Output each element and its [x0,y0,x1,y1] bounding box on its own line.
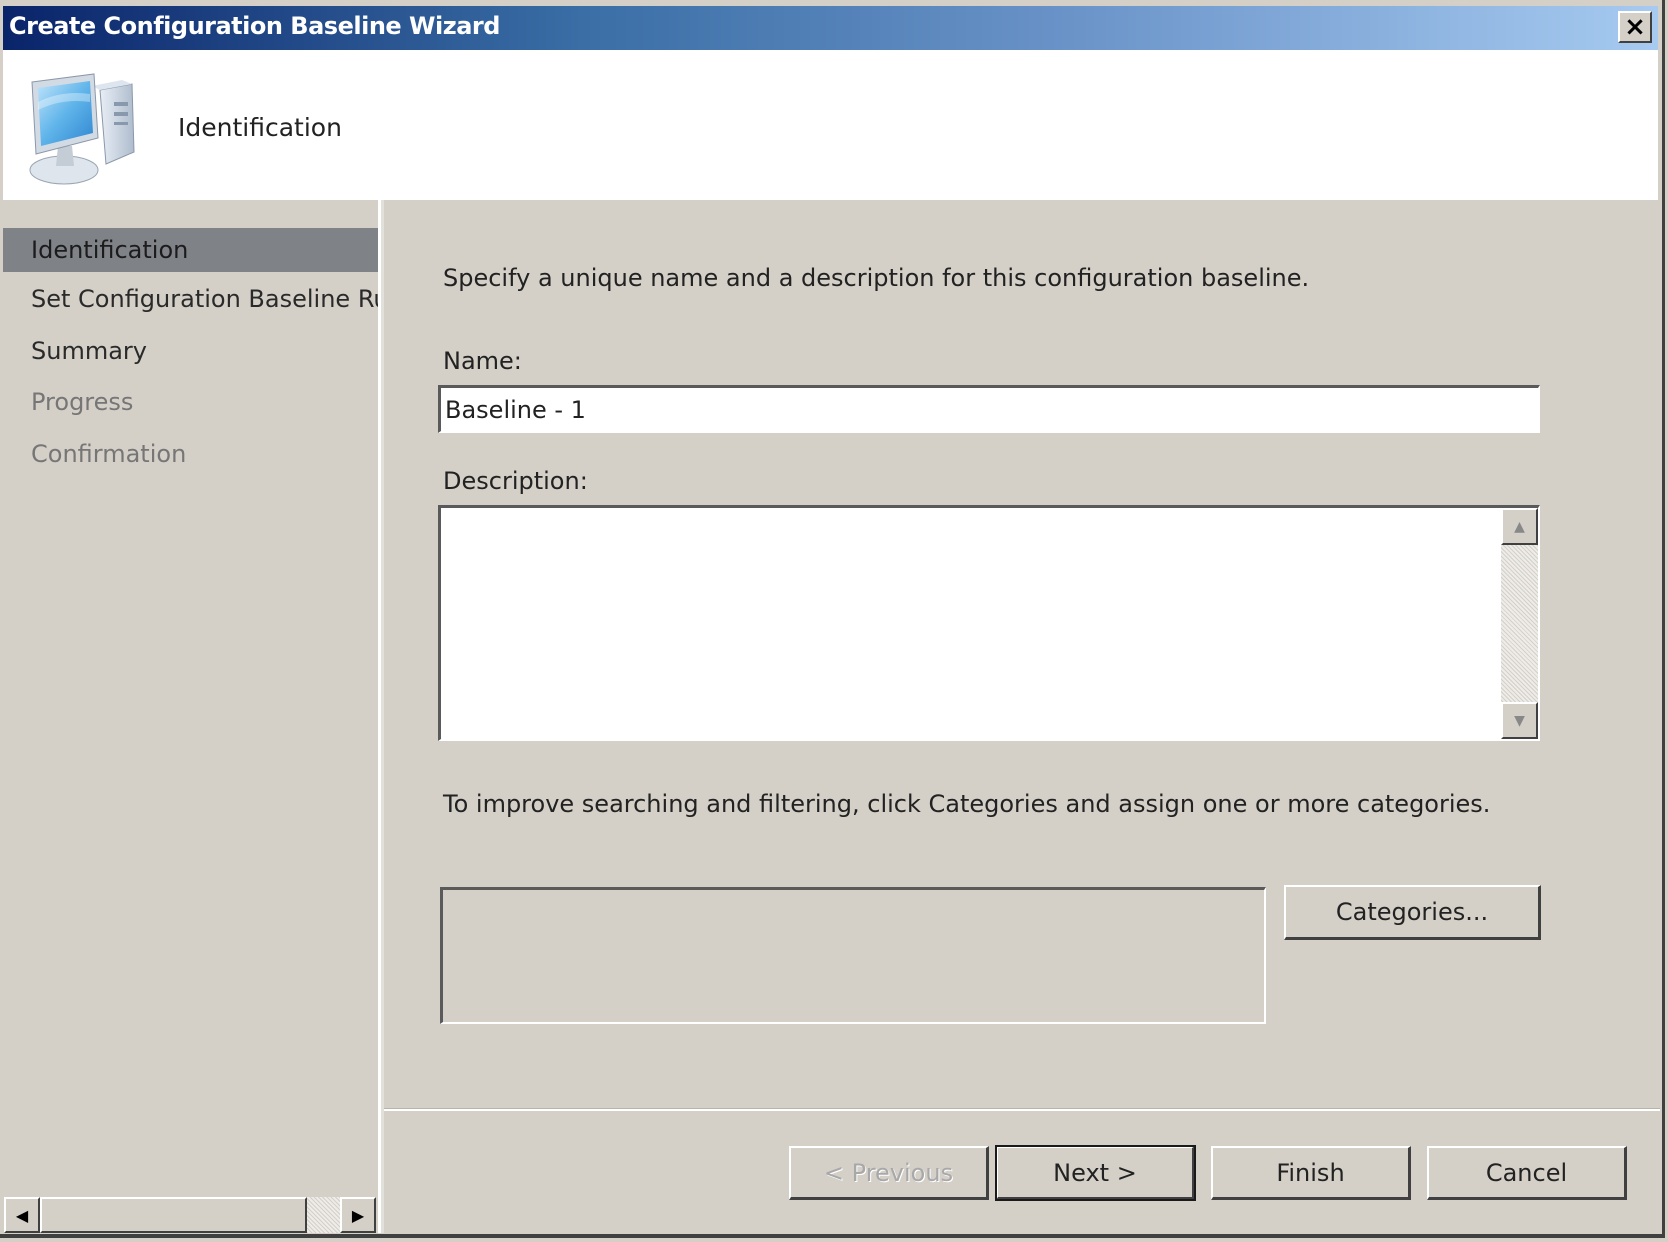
previous-button: < Previous [789,1146,989,1200]
description-scrollbar[interactable]: ▲ ▼ [1501,508,1538,739]
window-title: Create Configuration Baseline Wizard [9,12,500,40]
page-title: Identification [178,113,342,142]
sidebar-item-identification[interactable]: Identification [3,228,378,272]
sidebar-item-confirmation: Confirmation [31,440,187,468]
categories-list [440,887,1266,1024]
sidebar-item-summary[interactable]: Summary [3,329,378,373]
description-field[interactable]: ▲ ▼ [438,505,1540,741]
description-input[interactable] [441,508,1499,739]
sidebar-item-progress: Progress [31,388,134,416]
sidebar-item-set-rules[interactable]: Set Configuration Baseline Rules [3,277,378,321]
scroll-right-button[interactable]: ▶ [340,1197,376,1233]
categories-hint: To improve searching and filtering, clic… [443,790,1491,818]
arrow-left-icon: ◀ [15,1205,29,1225]
sidebar-horizontal-scrollbar[interactable]: ◀ ▶ [4,1197,376,1233]
wizard-dialog: Create Configuration Baseline Wizard × I… [0,0,1665,1238]
scrollbar-track[interactable] [307,1197,340,1233]
sidebar-divider-shade [381,200,384,1233]
close-button[interactable]: × [1618,11,1652,43]
wizard-header: Identification [3,50,1658,200]
computer-icon [29,73,135,185]
description-label: Description: [443,467,588,495]
arrow-right-icon: ▶ [351,1205,365,1225]
finish-button[interactable]: Finish [1211,1146,1411,1200]
scroll-down-button[interactable]: ▼ [1501,702,1538,739]
title-bar: Create Configuration Baseline Wizard × [3,6,1658,50]
cancel-button[interactable]: Cancel [1427,1146,1627,1200]
scrollbar-thumb[interactable] [40,1197,307,1233]
name-field[interactable] [438,385,1540,433]
footer-separator [384,1108,1660,1111]
close-icon: × [1624,12,1646,42]
wizard-steps-sidebar: Identification Set Configuration Baselin… [3,200,378,1233]
intro-text: Specify a unique name and a description … [443,264,1310,292]
name-label: Name: [443,347,522,375]
arrow-down-icon: ▼ [1514,712,1525,729]
arrow-up-icon: ▲ [1514,518,1525,535]
next-button[interactable]: Next > [995,1145,1196,1201]
scroll-left-button[interactable]: ◀ [4,1197,40,1233]
categories-button[interactable]: Categories... [1284,885,1541,940]
scroll-up-button[interactable]: ▲ [1501,508,1538,545]
name-input[interactable] [441,388,1538,431]
